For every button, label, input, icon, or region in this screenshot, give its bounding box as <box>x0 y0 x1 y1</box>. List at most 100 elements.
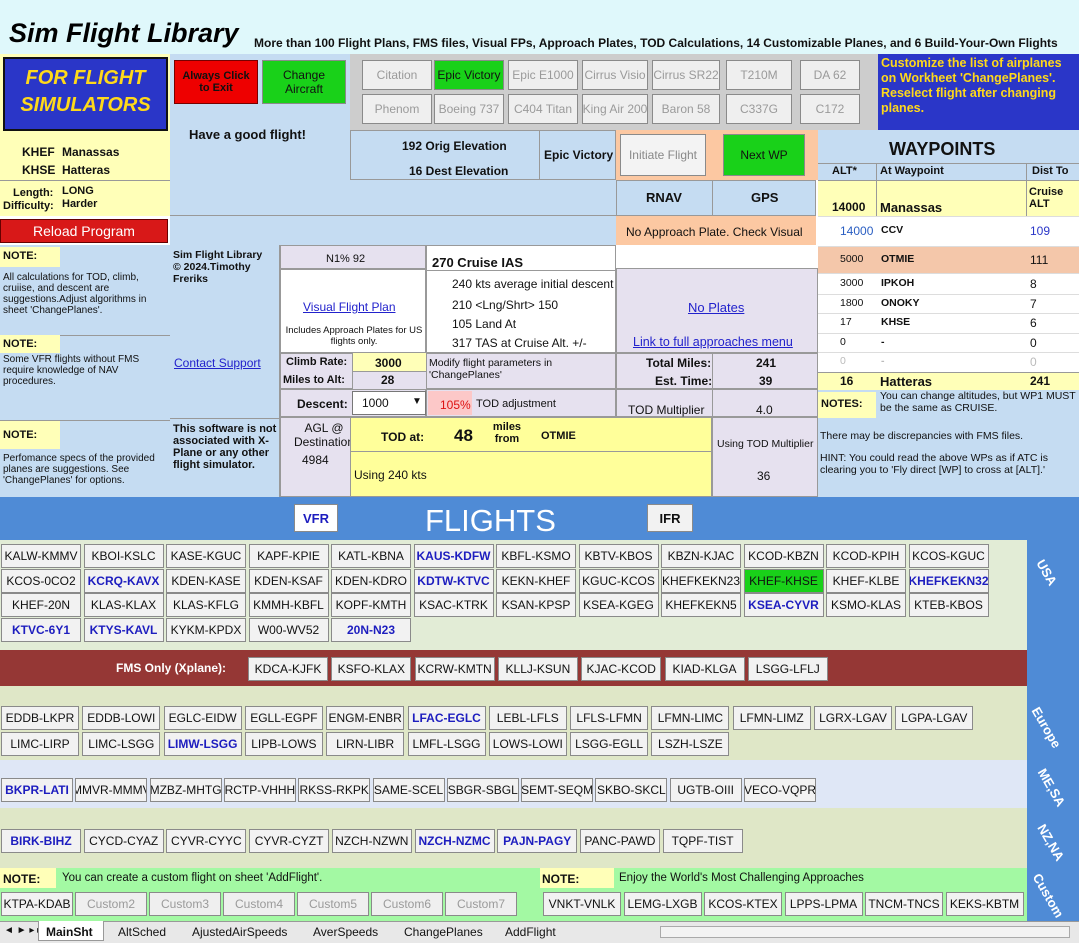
flight-button-kbtv-kbos[interactable]: KBTV-KBOS <box>578 544 659 568</box>
flight-button-tncm-tncs[interactable]: TNCM-TNCS <box>865 892 943 916</box>
flight-button-kden-kdro[interactable]: KDEN-KDRO <box>331 568 411 593</box>
visual-flight-plan-link[interactable]: Visual Flight Plan <box>303 300 396 314</box>
always-click-exit-button[interactable]: Always Click to Exit <box>174 60 258 104</box>
flight-button-ksan-kpsp[interactable]: KSAN-KPSP <box>496 593 576 617</box>
sheet-tab-ajustedairspeeds[interactable]: AjustedAirSpeeds <box>192 925 287 939</box>
flight-button-egll-egpf[interactable]: EGLL-EGPF <box>244 706 323 730</box>
next-wp-button[interactable]: Next WP <box>723 134 805 176</box>
flight-button-lgpa-lgav[interactable]: LGPA-LGAV <box>895 706 974 730</box>
sheet-tab-changeplanes[interactable]: ChangePlanes <box>404 925 483 939</box>
flight-button-semt-seqm[interactable]: SEMT-SEQM <box>521 778 594 802</box>
flight-button-lfls-lfmn[interactable]: LFLS-LFMN <box>570 706 649 730</box>
plane-button-c404-titan[interactable]: C404 Titan <box>508 94 578 124</box>
contact-support-link[interactable]: Contact Support <box>174 356 261 370</box>
flight-button-kalw-kmmv[interactable]: KALW-KMMV <box>1 544 81 568</box>
flight-button-klas-kflg[interactable]: KLAS-KFLG <box>166 593 246 617</box>
reload-program-button[interactable]: Reload Program <box>0 219 168 243</box>
flight-button-khefkekn32[interactable]: KHEFKEKN32 <box>908 568 989 593</box>
flight-button-kjac-kcod[interactable]: KJAC-KCOD <box>581 657 662 681</box>
chevron-down-icon[interactable]: ▼ <box>412 396 422 407</box>
initiate-flight-button[interactable]: Initiate Flight <box>620 134 706 176</box>
flight-button-kase-kguc[interactable]: KASE-KGUC <box>166 544 246 568</box>
flight-button-lsgg-lflj[interactable]: LSGG-LFLJ <box>747 657 828 681</box>
custom-flight-button-ktpa-kdab[interactable]: KTPA-KDAB <box>1 892 73 916</box>
plane-button-epic-e1000[interactable]: Epic E1000 <box>508 60 578 90</box>
flight-button-khefkekn5[interactable]: KHEFKEKN5 <box>661 593 741 617</box>
flight-button-ksmo-klas[interactable]: KSMO-KLAS <box>826 593 906 617</box>
flight-button-lfac-eglc[interactable]: LFAC-EGLC <box>407 706 486 730</box>
flight-button-eddb-lkpr[interactable]: EDDB-LKPR <box>1 706 79 730</box>
flight-button-lemg-lxgb[interactable]: LEMG-LXGB <box>623 892 702 916</box>
flight-button-klas-klax[interactable]: KLAS-KLAX <box>83 593 164 617</box>
full-approaches-link[interactable]: Link to full approaches menu <box>633 335 793 349</box>
sheet-tab-altsched[interactable]: AltSched <box>118 925 166 939</box>
sheet-tab-addflight[interactable]: AddFlight <box>505 925 556 939</box>
flight-button-sbgr-sbgl[interactable]: SBGR-SBGL <box>446 778 519 802</box>
flight-button-skbo-skcl[interactable]: SKBO-SKCL <box>595 778 668 802</box>
flight-button-lgrx-lgav[interactable]: LGRX-LGAV <box>814 706 892 730</box>
flight-button-lszh-lsze[interactable]: LSZH-LSZE <box>651 732 730 756</box>
plane-button-king-air-200[interactable]: King Air 200 <box>582 94 648 124</box>
sheet-tab-averspeeds[interactable]: AverSpeeds <box>313 925 378 939</box>
plane-button-epic-victory[interactable]: Epic Victory <box>434 60 504 90</box>
flight-button-kiad-klga[interactable]: KIAD-KLGA <box>664 657 745 681</box>
plane-button-da-62[interactable]: DA 62 <box>800 60 860 90</box>
flight-button-kcos-0co2[interactable]: KCOS-0CO2 <box>1 568 81 593</box>
custom-flight-button-custom5[interactable]: Custom5 <box>297 892 369 916</box>
flight-button-kbfl-ksmo[interactable]: KBFL-KSMO <box>496 544 576 568</box>
ifr-button[interactable]: IFR <box>647 504 693 532</box>
flight-button-kdca-kjfk[interactable]: KDCA-KJFK <box>248 657 328 681</box>
plane-button-cirrus-visio[interactable]: Cirrus Visio <box>582 60 648 90</box>
flight-button-kden-ksaf[interactable]: KDEN-KSAF <box>248 568 329 593</box>
flight-button-kcod-kpih[interactable]: KCOD-KPIH <box>826 544 906 568</box>
flight-button-kcos-kguc[interactable]: KCOS-KGUC <box>908 544 989 568</box>
flight-button-cyvr-cyzt[interactable]: CYVR-CYZT <box>249 829 330 853</box>
flight-button-ktys-kavl[interactable]: KTYS-KAVL <box>83 617 164 642</box>
flight-button-nzch-nzmc[interactable]: NZCH-NZMC <box>414 829 495 853</box>
flight-button-kdtw-ktvc[interactable]: KDTW-KTVC <box>413 568 494 593</box>
flight-button-kekn-khef[interactable]: KEKN-KHEF <box>496 568 576 593</box>
flight-button-kcos-ktex[interactable]: KCOS-KTEX <box>704 892 782 916</box>
flight-button-lpps-lpma[interactable]: LPPS-LPMA <box>784 892 863 916</box>
flight-button-eglc-eidw[interactable]: EGLC-EIDW <box>163 706 242 730</box>
plane-button-citation[interactable]: Citation <box>362 60 432 90</box>
change-aircraft-button[interactable]: Change Aircraft <box>262 60 346 104</box>
flight-button-lmfl-lsgg[interactable]: LMFL-LSGG <box>407 732 486 756</box>
flight-button-vnkt-vnlk[interactable]: VNKT-VNLK <box>543 892 621 916</box>
flight-button-kcrw-kmtn[interactable]: KCRW-KMTN <box>414 657 495 681</box>
flight-button-limc-lsgg[interactable]: LIMC-LSGG <box>82 732 161 756</box>
plane-button-baron-58[interactable]: Baron 58 <box>652 94 720 124</box>
plane-button-cirrus-sr22[interactable]: Cirrus SR22 <box>652 60 720 90</box>
flight-button-kopf-kmth[interactable]: KOPF-KMTH <box>331 593 411 617</box>
flight-button-kapf-kpie[interactable]: KAPF-KPIE <box>248 544 329 568</box>
flight-button-kaus-kdfw[interactable]: KAUS-KDFW <box>413 544 494 568</box>
flight-button-same-scel[interactable]: SAME-SCEL <box>372 778 445 802</box>
flight-button-rctp-vhhh[interactable]: RCTP-VHHH <box>223 778 296 802</box>
flight-button-w00-wv52[interactable]: W00-WV52 <box>248 617 329 642</box>
flight-button-keks-kbtm[interactable]: KEKS-KBTM <box>945 892 1024 916</box>
flight-button-eddb-lowi[interactable]: EDDB-LOWI <box>82 706 161 730</box>
flight-button-lfmn-limc[interactable]: LFMN-LIMC <box>651 706 730 730</box>
flight-button-ktvc-6y1[interactable]: KTVC-6Y1 <box>1 617 81 642</box>
flight-button-limw-lsgg[interactable]: LIMW-LSGG <box>163 732 242 756</box>
flight-button-veco-vqpr[interactable]: VECO-VQPR <box>744 778 816 802</box>
custom-flight-button-custom3[interactable]: Custom3 <box>149 892 221 916</box>
flight-button-pajn-pagy[interactable]: PAJN-PAGY <box>497 829 578 853</box>
flight-button-kllj-ksun[interactable]: KLLJ-KSUN <box>497 657 578 681</box>
flight-button-ugtb-oiii[interactable]: UGTB-OIII <box>669 778 742 802</box>
flight-button-lipb-lows[interactable]: LIPB-LOWS <box>244 732 323 756</box>
flight-button-khef-khse[interactable]: KHEF-KHSE <box>743 568 824 593</box>
flight-button-engm-enbr[interactable]: ENGM-ENBR <box>326 706 405 730</box>
flight-button-ksea-cyvr[interactable]: KSEA-CYVR <box>743 593 824 617</box>
horizontal-scrollbar[interactable] <box>660 926 1070 938</box>
flight-button-ksfo-klax[interactable]: KSFO-KLAX <box>331 657 412 681</box>
flight-button-mzbz-mhtg[interactable]: MZBZ-MHTG <box>149 778 222 802</box>
no-plates-link[interactable]: No Plates <box>688 300 744 315</box>
sheet-tab-mainsht[interactable]: MainSht <box>46 925 93 939</box>
custom-flight-button-custom4[interactable]: Custom4 <box>223 892 295 916</box>
flight-button-khefkekn23[interactable]: KHEFKEKN23 <box>661 568 741 593</box>
flight-button-tqpf-tist[interactable]: TQPF-TIST <box>662 829 743 853</box>
flight-button-kykm-kpdx[interactable]: KYKM-KPDX <box>166 617 246 642</box>
flight-button-lfmn-limz[interactable]: LFMN-LIMZ <box>732 706 811 730</box>
plane-button-phenom[interactable]: Phenom <box>362 94 432 124</box>
